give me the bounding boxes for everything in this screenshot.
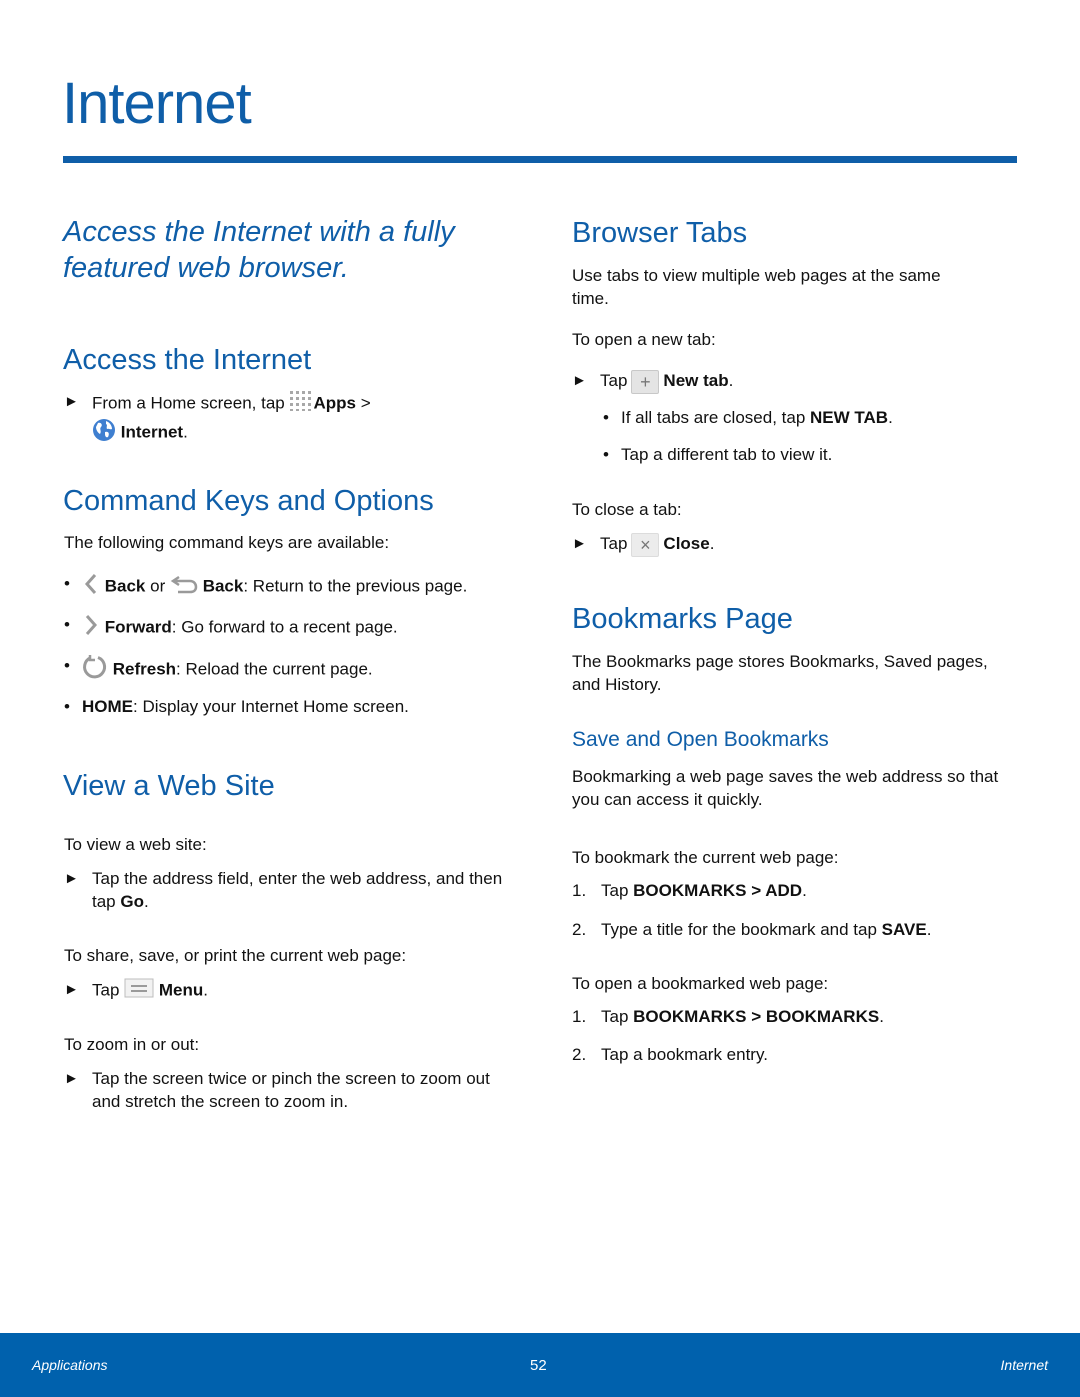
view-site-step: ► Tap the address field, enter the web a… [64, 869, 503, 911]
arrow-icon: ► [572, 372, 587, 389]
list-item: • If all tabs are closed, tap NEW TAB. [603, 408, 893, 427]
close-x-icon: × [631, 532, 660, 557]
new-tab-step: ► Tap + New tab. [572, 369, 734, 394]
list-item: 2. Type a title for the bookmark and tap… [572, 920, 932, 939]
refresh-icon [82, 654, 108, 686]
save-bookmark-intro: To bookmark the current web page: [572, 848, 839, 867]
list-item: • Back or Back: Return to the previous p… [64, 572, 552, 602]
page-footer: Applications 52 Internet [0, 1333, 1080, 1397]
bookmarking-intro: Bookmarking a web page saves the web add… [572, 767, 999, 809]
tabs-intro: Use tabs to view multiple web pages at t… [572, 266, 941, 308]
list-item: 2. Tap a bookmark entry. [572, 1045, 768, 1064]
chevron-right-icon [82, 613, 100, 643]
subheading-save-open-bookmarks: Save and Open Bookmarks [572, 728, 829, 751]
heading-browser-tabs: Browser Tabs [572, 217, 748, 249]
heading-bookmarks-page: Bookmarks Page [572, 603, 793, 635]
footer-section-label: Applications [32, 1357, 108, 1373]
list-item: • Refresh: Reload the current page. [64, 654, 552, 686]
command-keys-intro: The following command keys are available… [64, 533, 390, 552]
arrow-icon: ► [572, 535, 587, 552]
open-tab-intro: To open a new tab: [572, 330, 716, 349]
internet-globe-icon [92, 418, 116, 448]
page-title: Internet [62, 71, 252, 136]
heading-access-internet: Access the Internet [63, 344, 312, 376]
page-tagline: Access the Internet with a fully feature… [63, 216, 455, 284]
menu-icon [124, 978, 154, 1004]
zoom-intro: To zoom in or out: [64, 1035, 200, 1054]
footer-chapter-label: Internet [1000, 1357, 1048, 1373]
list-item: • Tap a different tab to view it. [603, 445, 833, 464]
arrow-icon: ► [64, 981, 79, 998]
list-item: • Forward: Go forward to a recent page. [64, 613, 552, 643]
list-item: 1. Tap BOOKMARKS > ADD. [572, 881, 807, 900]
title-rule [63, 156, 1017, 163]
arrow-icon: ► [64, 393, 79, 410]
apps-grid-icon [289, 390, 313, 418]
bookmarks-intro: The Bookmarks page stores Bookmarks, Sav… [572, 652, 988, 694]
open-bookmark-intro: To open a bookmarked web page: [572, 974, 829, 993]
close-tab-step: ► Tap × Close. [572, 532, 715, 557]
access-step: ► From a Home screen, tap Apps > Interne… [64, 390, 512, 448]
heading-command-keys: Command Keys and Options [63, 485, 434, 517]
arrow-icon: ► [64, 870, 79, 887]
arrow-icon: ► [64, 1070, 79, 1087]
return-arrow-icon [170, 574, 198, 600]
heading-view-web-site: View a Web Site [63, 770, 275, 802]
share-intro: To share, save, or print the current web… [64, 946, 407, 965]
view-site-intro: To view a web site: [64, 835, 207, 854]
zoom-step: ► Tap the screen twice or pinch the scre… [64, 1069, 490, 1111]
list-item: 1. Tap BOOKMARKS > BOOKMARKS. [572, 1007, 884, 1026]
menu-step: ► Tap Menu. [64, 978, 512, 1004]
plus-icon: + [631, 369, 660, 394]
list-item: • HOME: Display your Internet Home scree… [64, 697, 409, 716]
chevron-left-icon [82, 572, 100, 602]
close-tab-intro: To close a tab: [572, 500, 682, 519]
page-number: 52 [530, 1357, 547, 1374]
